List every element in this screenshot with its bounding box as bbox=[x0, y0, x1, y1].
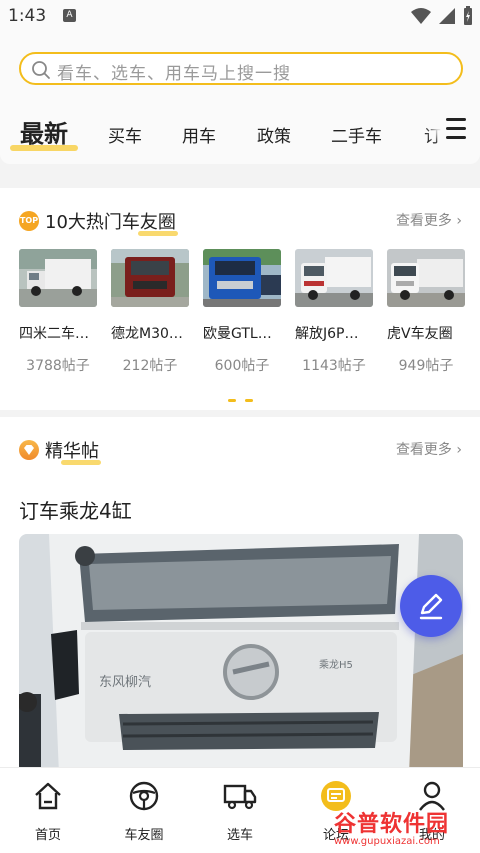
search-placeholder: 看车、选车、用车马上搜一搜 bbox=[57, 64, 291, 84]
tab-use-car[interactable]: 用车 bbox=[182, 122, 216, 147]
circle-thumbnail bbox=[387, 249, 465, 307]
more-label: 查看更多 bbox=[395, 213, 452, 229]
circle-post-count: 1143帖子 bbox=[302, 358, 366, 374]
wifi-icon bbox=[411, 8, 431, 24]
tabs-menu-button[interactable] bbox=[446, 118, 466, 139]
tab-label: 最新 bbox=[20, 120, 68, 148]
carousel-indicator bbox=[228, 399, 253, 402]
compose-post-button[interactable] bbox=[400, 575, 462, 637]
chevron-right-icon: › bbox=[456, 213, 462, 229]
search-icon bbox=[32, 61, 50, 79]
menu-line bbox=[446, 118, 466, 121]
search-bar[interactable]: 看车、选车、用车马上搜一搜 bbox=[19, 52, 463, 85]
hot-circles-title-wrap: 10大热门车友圈 bbox=[45, 208, 178, 236]
more-label: 查看更多 bbox=[395, 442, 452, 458]
featured-title-wrap: 精华帖 bbox=[45, 437, 101, 465]
top-badge-icon: TOP bbox=[19, 211, 39, 231]
system-icons bbox=[410, 6, 474, 26]
hot-circles-title: 10大热门车友圈 bbox=[45, 212, 176, 233]
circle-name: 欧曼GTL… bbox=[203, 326, 272, 342]
circle-post-count: 949帖子 bbox=[398, 358, 454, 374]
tab-order-car[interactable]: 订 bbox=[424, 122, 441, 147]
tab-label: 用车 bbox=[182, 127, 216, 147]
diamond-icon bbox=[19, 440, 39, 460]
circle-name: 解放J6P… bbox=[295, 326, 359, 342]
battery-icon bbox=[464, 6, 472, 25]
tab-label: 订 bbox=[424, 127, 441, 147]
tab-buy-car[interactable]: 买车 bbox=[108, 122, 142, 147]
signal-icon bbox=[439, 8, 455, 24]
circle-card[interactable]: 德龙M30… 212帖子 bbox=[111, 249, 189, 375]
nav-label: 首页 bbox=[34, 828, 61, 843]
menu-line bbox=[446, 136, 466, 139]
status-time: 1:43 bbox=[8, 6, 47, 26]
circle-thumbnail bbox=[19, 249, 97, 307]
circle-card[interactable]: 虎V车友圈 949帖子 bbox=[387, 249, 465, 375]
circle-name: 四米二车… bbox=[19, 326, 89, 342]
watermark-title: 谷普软件园 bbox=[334, 812, 450, 837]
tab-label: 买车 bbox=[108, 127, 142, 147]
featured-more-link[interactable]: 查看更多 › bbox=[396, 439, 462, 459]
circle-card[interactable]: 解放J6P… 1143帖子 bbox=[295, 249, 373, 375]
tab-used-car[interactable]: 二手车 bbox=[331, 122, 382, 147]
hot-circles-section: TOP 10大热门车友圈 查看更多 › 四米二车… 3788帖子 德龙M30… … bbox=[0, 188, 480, 410]
featured-title: 精华帖 bbox=[45, 441, 99, 462]
nav-label: 选车 bbox=[226, 828, 253, 843]
tab-label: 政策 bbox=[257, 127, 291, 147]
circle-thumbnail bbox=[295, 249, 373, 307]
circle-card[interactable]: 四米二车… 3788帖子 bbox=[19, 249, 97, 375]
menu-line bbox=[446, 127, 466, 130]
circle-thumbnail bbox=[203, 249, 281, 307]
truck-icon bbox=[223, 784, 257, 810]
site-watermark: 谷普软件园 www.gupuxiazai.com bbox=[332, 806, 480, 853]
nav-home[interactable]: 首页 bbox=[8, 780, 88, 843]
tab-policy[interactable]: 政策 bbox=[257, 122, 291, 147]
tab-latest[interactable]: 最新 bbox=[10, 114, 78, 151]
featured-heading: 精华帖 bbox=[19, 437, 101, 465]
post-title[interactable]: 订车乘龙4缸 bbox=[19, 495, 132, 524]
tab-label: 二手车 bbox=[331, 127, 382, 147]
chevron-right-icon: › bbox=[456, 442, 462, 458]
circle-thumbnail bbox=[111, 249, 189, 307]
circle-card[interactable]: 欧曼GTL… 600帖子 bbox=[203, 249, 281, 375]
hot-circles-list: 四米二车… 3788帖子 德龙M30… 212帖子 欧曼GTL… 600帖子 解… bbox=[19, 249, 465, 375]
page-dot bbox=[228, 399, 236, 402]
hot-circles-heading: TOP 10大热门车友圈 bbox=[19, 208, 178, 236]
home-icon bbox=[35, 782, 61, 810]
post-image[interactable]: 东风柳汽 乘龙H5 bbox=[19, 534, 463, 774]
top-header: 看车、选车、用车马上搜一搜 最新 买车 用车 政策 二手车 订 bbox=[0, 34, 480, 164]
steering-wheel-icon bbox=[129, 781, 159, 811]
status-bar: 1:43 A bbox=[0, 0, 480, 34]
category-tabs: 最新 买车 用车 政策 二手车 订 bbox=[0, 112, 480, 154]
circle-post-count: 212帖子 bbox=[122, 358, 178, 374]
circle-name: 德龙M30… bbox=[111, 326, 183, 342]
truck-model-text: 乘龙H5 bbox=[319, 658, 353, 671]
circle-post-count: 3788帖子 bbox=[26, 358, 90, 374]
circle-post-count: 600帖子 bbox=[214, 358, 270, 374]
truck-brand-text: 东风柳汽 bbox=[99, 675, 151, 690]
circle-name: 虎V车友圈 bbox=[387, 326, 453, 342]
nav-label: 车友圈 bbox=[124, 828, 164, 843]
notification-badge: A bbox=[63, 9, 76, 22]
nav-choose-car[interactable]: 选车 bbox=[200, 780, 280, 843]
edit-pencil-icon bbox=[419, 593, 443, 620]
nav-circles[interactable]: 车友圈 bbox=[104, 780, 184, 843]
watermark-url: www.gupuxiazai.com bbox=[334, 836, 440, 847]
page-dot bbox=[245, 399, 253, 402]
hot-circles-more-link[interactable]: 查看更多 › bbox=[396, 210, 462, 230]
